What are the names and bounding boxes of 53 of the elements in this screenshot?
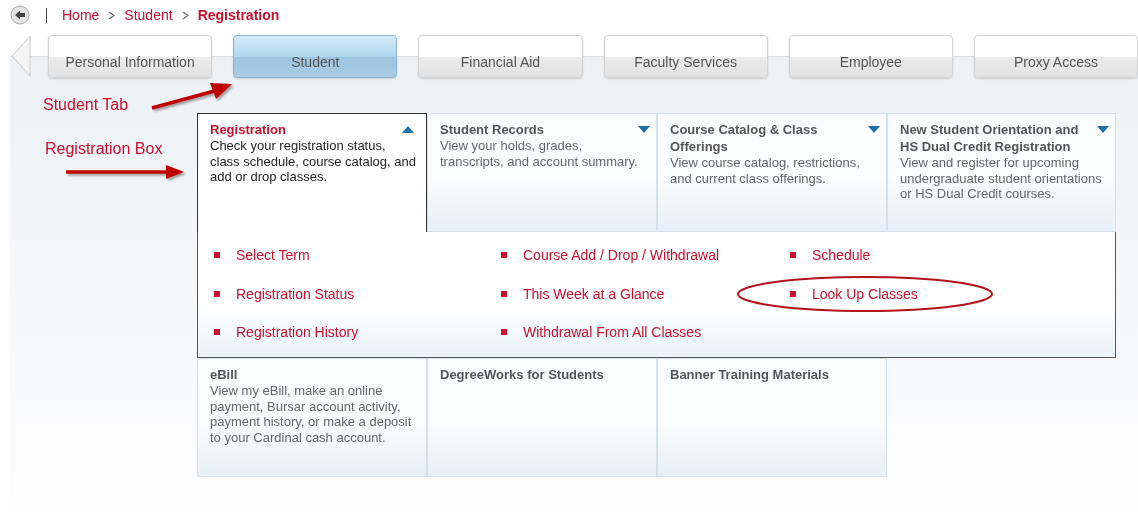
breadcrumb-link[interactable]: Registration bbox=[197, 7, 280, 23]
menu-card[interactable]: Registration Check your registration status, class schedule, course catalog, and add or drop classes. bbox=[197, 113, 427, 232]
back-icon[interactable] bbox=[10, 5, 30, 25]
caret-down-icon[interactable] bbox=[868, 126, 880, 133]
card-description: Check your registration status, class schedule, course catalog, and add or drop classes. bbox=[210, 138, 416, 185]
menu-card[interactable]: DegreeWorks for Students bbox=[427, 358, 657, 477]
card-title: New Student Orientation and HS Dual Credit Registration bbox=[900, 121, 1080, 155]
bullet-icon bbox=[790, 290, 796, 297]
bullet-icon bbox=[790, 252, 796, 258]
bullet-icon bbox=[214, 290, 220, 297]
menu-card[interactable]: Course Catalog & Class Offerings View course catalog, restrictions, and current class offerings. bbox=[657, 113, 887, 232]
menu-link[interactable]: Withdrawal From All Classes bbox=[523, 324, 702, 340]
menu-link[interactable]: Look Up Classes bbox=[812, 285, 918, 302]
card-title: DegreeWorks for Students bbox=[440, 366, 604, 383]
card-title: Banner Training Materials bbox=[670, 366, 829, 383]
card-description: View my eBill, make an online payment, Bursar account activity, payment history, or make a deposit to your Cardinal cash account. bbox=[210, 383, 413, 445]
tab[interactable]: Employee bbox=[788, 35, 953, 78]
tab[interactable]: Personal Information bbox=[48, 35, 213, 78]
menu-link[interactable]: Course Add / Drop / Withdrawal bbox=[523, 247, 720, 263]
card-title: Course Catalog & Class Offerings bbox=[670, 121, 819, 155]
bullet-icon bbox=[214, 329, 220, 335]
menu-link[interactable]: Registration Status bbox=[236, 285, 355, 302]
menu-link[interactable]: Select Term bbox=[236, 247, 310, 263]
caret-down-icon[interactable] bbox=[1097, 126, 1109, 133]
menu-card[interactable]: Student Records View your holds, grades, transcripts, and account summary. bbox=[427, 113, 657, 232]
card-description: View and register for upcoming undergraduate student orientations or HS Dual Credit courses. bbox=[900, 155, 1103, 202]
tab[interactable]: Proxy Access bbox=[973, 35, 1138, 78]
bullet-icon bbox=[501, 290, 507, 297]
bullet-icon bbox=[501, 329, 507, 335]
tab[interactable]: Faculty Services bbox=[603, 35, 768, 78]
annotation-label: Student Tab bbox=[43, 96, 129, 114]
menu-link[interactable]: This Week at a Glance bbox=[523, 285, 665, 302]
card-title: eBill bbox=[210, 366, 238, 383]
card-description: View your holds, grades, transcripts, and account summary. bbox=[440, 138, 639, 169]
tab[interactable]: Student bbox=[233, 35, 398, 78]
breadcrumb-link[interactable]: Student bbox=[124, 7, 173, 23]
card-title: Student Records bbox=[440, 121, 544, 138]
menu-link[interactable]: Registration History bbox=[236, 324, 359, 340]
tab[interactable]: Financial Aid bbox=[418, 35, 583, 78]
chevron-icon bbox=[108, 10, 116, 20]
caret-down-icon[interactable] bbox=[638, 126, 650, 133]
card-title: Registration bbox=[210, 121, 286, 138]
chevron-icon bbox=[181, 10, 189, 20]
caret-up-icon[interactable] bbox=[402, 126, 414, 133]
card-description: View course catalog, restrictions, and current class offerings. bbox=[670, 155, 861, 186]
menu-card[interactable]: Banner Training Materials bbox=[657, 358, 887, 477]
menu-card[interactable]: eBill View my eBill, make an online payment, Bursar account activity, payment history, or make a deposit to your Cardinal cash account. bbox=[197, 358, 427, 477]
annotation-label: Registration Box bbox=[45, 140, 163, 158]
breadcrumb-link[interactable]: Home bbox=[62, 7, 100, 23]
bullet-icon bbox=[501, 252, 507, 258]
menu-card[interactable]: New Student Orientation and HS Dual Credit Registration View and register for upcoming undergraduate student orientations or HS Dual Credit courses. bbox=[887, 113, 1116, 232]
bullet-icon bbox=[214, 252, 220, 258]
menu-link[interactable]: Schedule bbox=[812, 247, 871, 263]
